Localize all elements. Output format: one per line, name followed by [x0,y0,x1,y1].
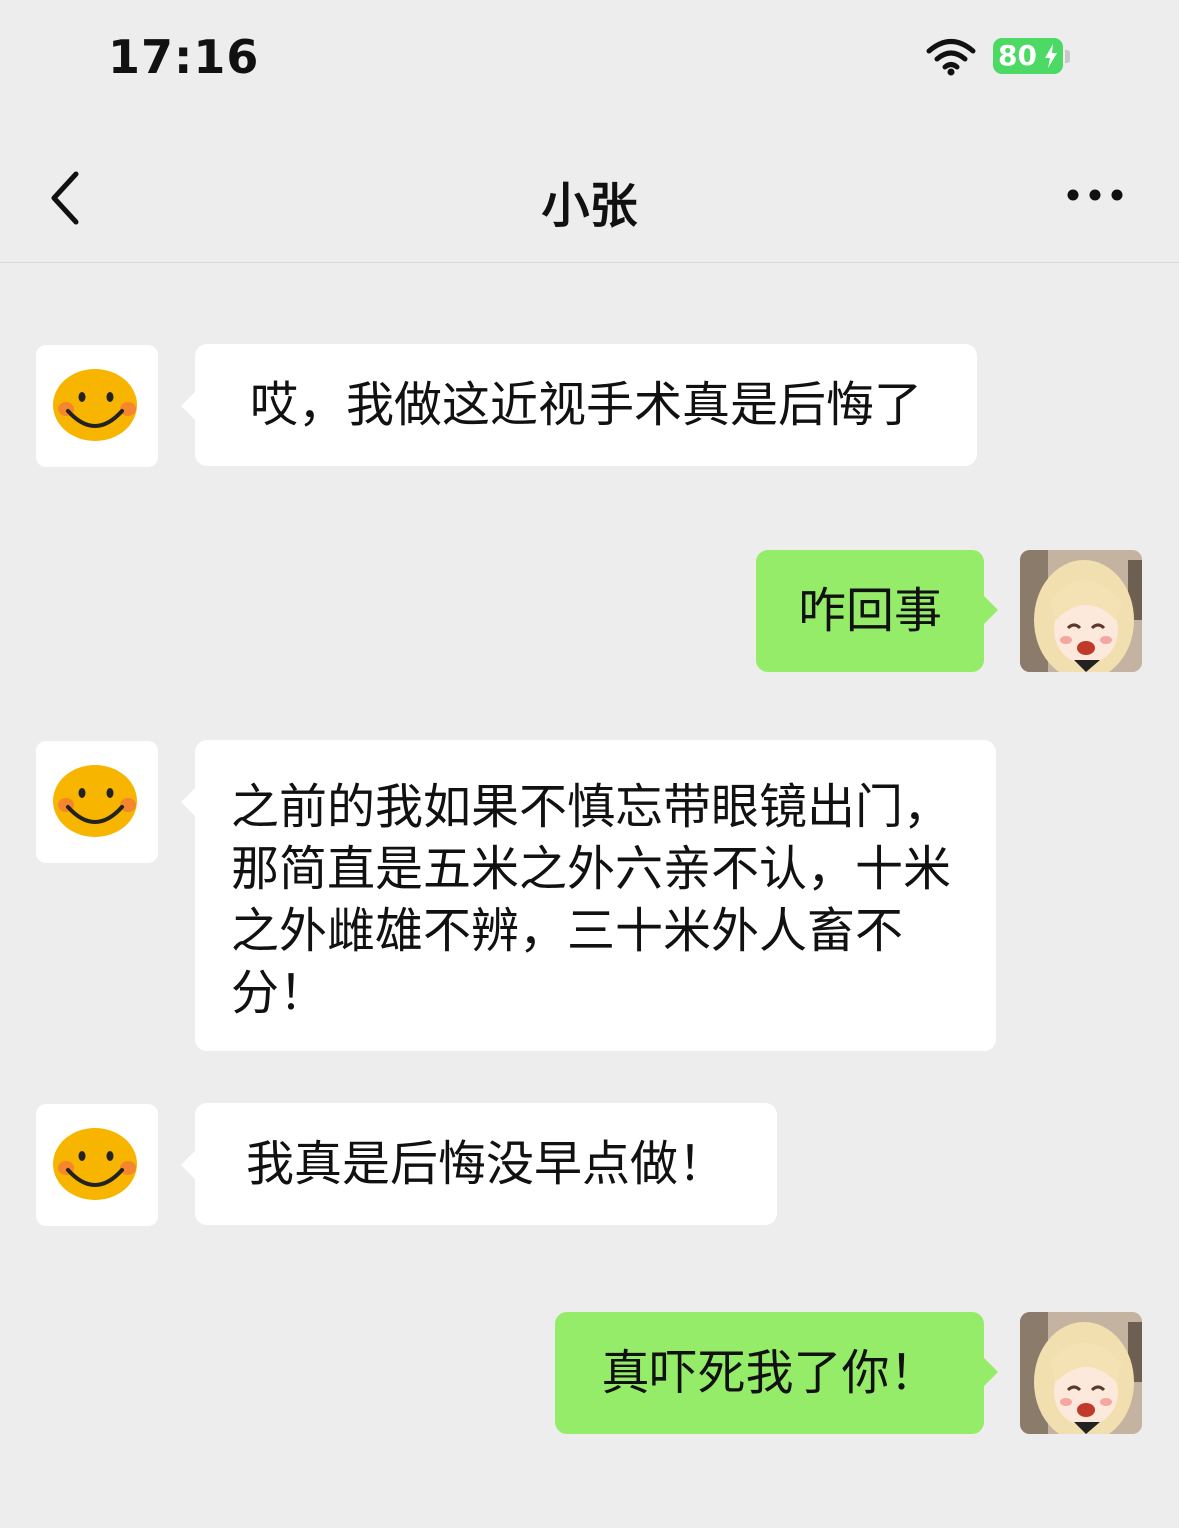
battery-level: 80 [998,39,1037,72]
anime-girl-avatar-icon [1020,1312,1142,1434]
more-dots-icon[interactable] [1060,180,1130,210]
status-time: 17:16 [108,30,260,84]
anime-girl-avatar[interactable] [1020,550,1142,672]
message-bubble-incoming[interactable]: 之前的我如果不慎忘带眼镜出门，那简直是五米之外六亲不认，十米之外雌雄不辨，三十米… [181,740,996,1051]
smiley-avatar[interactable] [36,345,158,467]
message-text: 咋回事 [797,583,942,639]
smiley-avatar[interactable] [36,1104,158,1226]
charging-bolt-icon [1045,44,1057,68]
message-text: 之前的我如果不慎忘带眼镜出门，那简直是五米之外六亲不认，十米之外雌雄不辨，三十米… [231,779,952,1021]
message-text: 我真是后悔没早点做！ [245,1136,726,1192]
anime-girl-avatar-icon [1020,550,1142,672]
battery-tip [1065,50,1070,63]
message-text: 真吓死我了你！ [601,1345,938,1401]
smiley-avatar[interactable] [36,741,158,863]
wifi-icon [926,39,976,76]
message-bubble-outgoing[interactable]: 咋回事 [756,550,998,672]
chat-title: 小张 [541,178,638,234]
battery-indicator: 80 [993,38,1063,74]
smiley-face-icon [53,369,137,441]
message-text: 哎，我做这近视手术真是后悔了 [249,377,922,433]
message-bubble-incoming[interactable]: 哎，我做这近视手术真是后悔了 [181,344,977,466]
status-bar: 17:16 80 [0,0,1179,120]
smiley-face-icon [53,1128,137,1200]
message-bubble-incoming[interactable]: 我真是后悔没早点做！ [181,1103,777,1225]
smiley-face-icon [53,765,137,837]
anime-girl-avatar[interactable] [1020,1312,1142,1434]
chat-header: 小张 [0,140,1179,263]
message-bubble-outgoing[interactable]: 真吓死我了你！ [555,1312,998,1434]
